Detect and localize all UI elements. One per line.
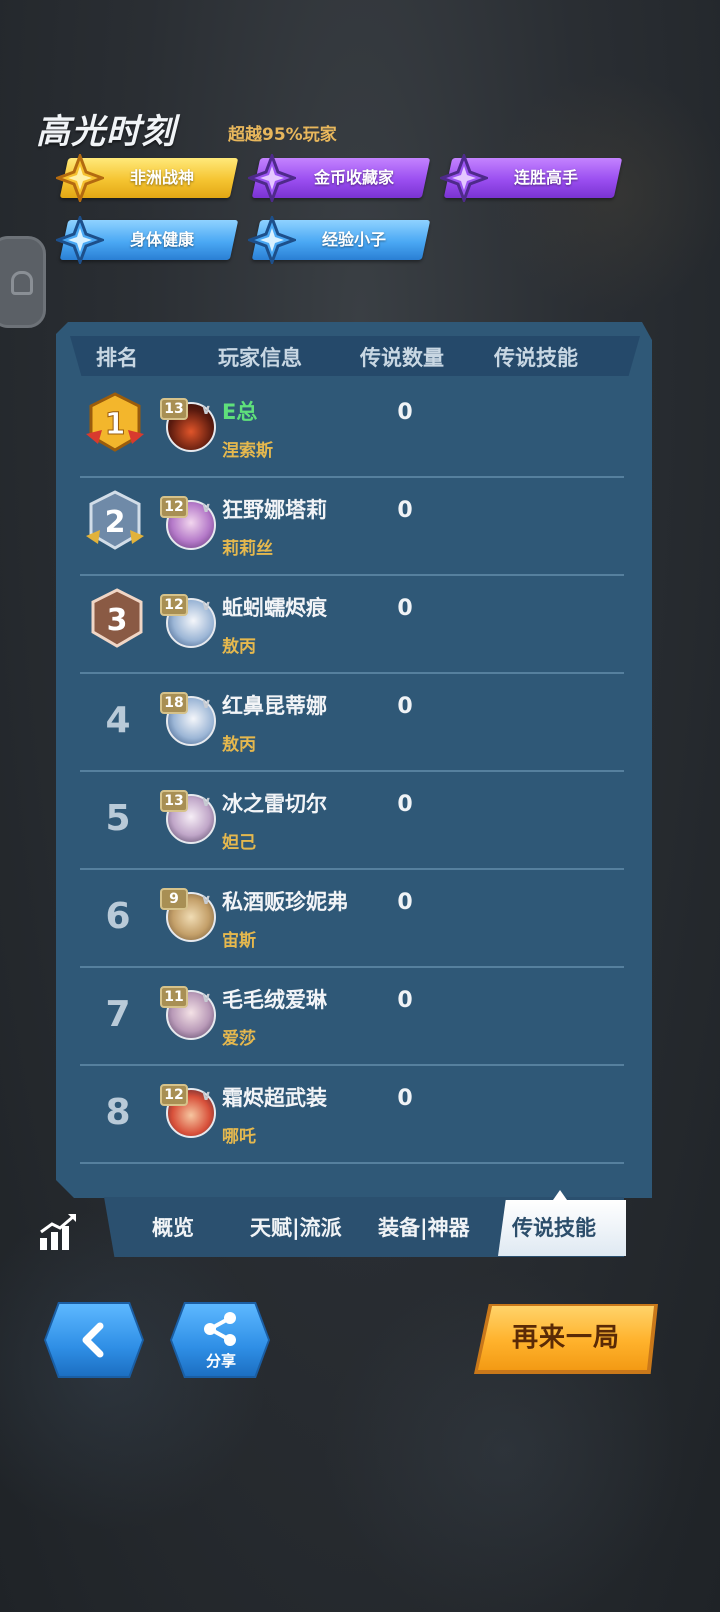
legend-count: 0 bbox=[397, 1086, 413, 1111]
chevron-down-icon: ∨ bbox=[200, 794, 212, 810]
tab-equipment[interactable]: 装备|神器 bbox=[378, 1212, 470, 1242]
header-player-info: 玩家信息 bbox=[218, 346, 302, 370]
hero-name: 敖丙 bbox=[222, 637, 256, 657]
row-divider bbox=[80, 672, 624, 674]
rank-label: 1 bbox=[105, 407, 126, 442]
player-name: 霜烬超武装 bbox=[222, 1086, 327, 1110]
player-name: 蚯蚓蠕烬痕 bbox=[222, 596, 327, 620]
rank-number: 7 bbox=[105, 994, 131, 1035]
legend-count: 0 bbox=[397, 792, 413, 817]
rank-number: 4 bbox=[105, 700, 131, 741]
player-name: 狂野娜塔莉 bbox=[222, 498, 327, 522]
play-again-label: 再来一局 bbox=[511, 1323, 620, 1353]
hero-name: 涅索斯 bbox=[222, 441, 273, 461]
hero-name: 莉莉丝 bbox=[222, 539, 273, 559]
player-name: E总 bbox=[222, 400, 258, 424]
level-badge: 9 bbox=[160, 888, 188, 910]
side-notification-tab[interactable] bbox=[0, 236, 46, 328]
row-divider bbox=[80, 476, 624, 478]
share-label: 分享 bbox=[205, 1352, 236, 1370]
blue-star-icon bbox=[248, 216, 296, 264]
rank-label: 2 bbox=[105, 505, 126, 540]
header-rank: 排名 bbox=[96, 346, 138, 370]
bronze-medal-icon: 3 bbox=[91, 588, 143, 648]
player-name: 毛毛绒爱琳 bbox=[222, 988, 327, 1012]
header-legend-skill: 传说技能 bbox=[494, 346, 578, 370]
silver-medal-icon: 2 bbox=[86, 490, 144, 550]
highlight-subtitle: 超越95%玩家 bbox=[228, 125, 337, 145]
tab-legend-skill[interactable]: 传说技能 bbox=[512, 1212, 596, 1242]
rank-number: 8 bbox=[105, 1092, 131, 1133]
level-badge: 18 bbox=[160, 692, 188, 714]
level-badge: 12 bbox=[160, 1084, 188, 1106]
chevron-down-icon: ∨ bbox=[200, 892, 212, 908]
row-divider bbox=[80, 770, 624, 772]
bell-icon bbox=[11, 271, 33, 295]
hero-name: 哪吒 bbox=[222, 1127, 256, 1147]
row-divider bbox=[80, 868, 624, 870]
gold-medal-icon: 1 bbox=[86, 392, 144, 452]
level-badge: 11 bbox=[160, 986, 188, 1008]
rank-label: 3 bbox=[107, 603, 128, 638]
legend-count: 0 bbox=[397, 498, 413, 523]
blue-star-icon bbox=[56, 216, 104, 264]
chevron-down-icon: ∨ bbox=[200, 598, 212, 614]
stats-chart-icon[interactable] bbox=[38, 1212, 78, 1252]
level-badge: 13 bbox=[160, 398, 188, 420]
row-divider bbox=[80, 574, 624, 576]
rank-number: 6 bbox=[105, 896, 131, 937]
chevron-left-icon bbox=[82, 1322, 104, 1358]
gold-star-icon bbox=[56, 154, 104, 202]
legend-count: 0 bbox=[397, 694, 413, 719]
purple-star-icon bbox=[248, 154, 296, 202]
player-name: 冰之雷切尔 bbox=[222, 792, 327, 816]
legend-count: 0 bbox=[397, 596, 413, 621]
legend-count: 0 bbox=[397, 890, 413, 915]
player-name: 私酒贩珍妮弗 bbox=[222, 890, 348, 914]
chevron-down-icon: ∨ bbox=[200, 990, 212, 1006]
row-divider bbox=[80, 1162, 624, 1164]
tab-overview[interactable]: 概览 bbox=[152, 1212, 194, 1242]
level-badge: 13 bbox=[160, 790, 188, 812]
chevron-down-icon: ∨ bbox=[200, 500, 212, 516]
legend-count: 0 bbox=[397, 400, 413, 425]
hero-name: 爱莎 bbox=[222, 1029, 256, 1049]
row-divider bbox=[80, 1064, 624, 1066]
hero-name: 敖丙 bbox=[222, 735, 256, 755]
player-name: 红鼻昆蒂娜 bbox=[222, 694, 327, 718]
row-divider bbox=[80, 966, 624, 968]
highlight-title: 高光时刻 bbox=[36, 112, 176, 152]
level-badge: 12 bbox=[160, 594, 188, 616]
legend-count: 0 bbox=[397, 988, 413, 1013]
tab-talent[interactable]: 天赋|流派 bbox=[250, 1212, 342, 1242]
share-icon bbox=[204, 1312, 236, 1346]
level-badge: 12 bbox=[160, 496, 188, 518]
purple-star-icon bbox=[440, 154, 488, 202]
chevron-down-icon: ∨ bbox=[200, 1088, 212, 1104]
hero-name: 宙斯 bbox=[222, 931, 256, 951]
hero-name: 妲己 bbox=[222, 833, 256, 853]
chevron-down-icon: ∨ bbox=[200, 696, 212, 712]
rank-number: 5 bbox=[105, 798, 131, 839]
chevron-down-icon: ∨ bbox=[200, 402, 212, 418]
header-legend-count: 传说数量 bbox=[360, 346, 444, 370]
